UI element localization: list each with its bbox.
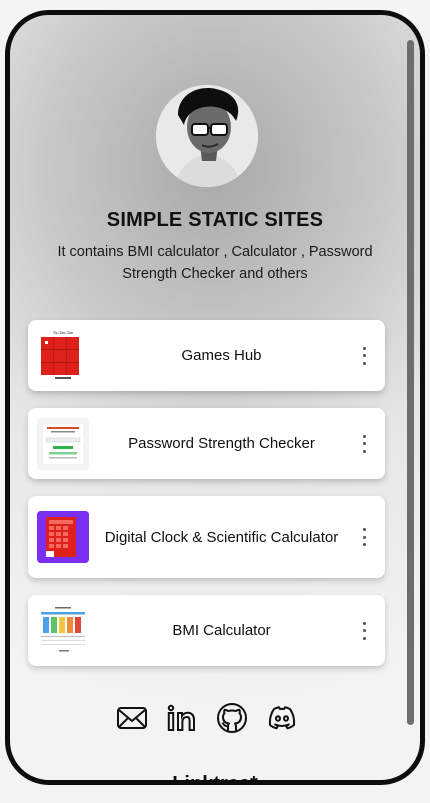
linkedin-icon[interactable]: [165, 701, 199, 735]
more-options-icon[interactable]: [361, 528, 367, 546]
link-card-calculator[interactable]: Digital Clock & Scientific Calculator: [28, 496, 385, 578]
profile-photo: [156, 85, 258, 187]
github-icon[interactable]: [215, 701, 249, 735]
social-icons: [115, 701, 305, 737]
more-options-icon[interactable]: [361, 346, 367, 365]
linktree-logo[interactable]: Linktree*: [10, 773, 420, 780]
phone-frame: SIMPLE STATIC SITES It contains BMI calc…: [5, 10, 425, 785]
link-label: BMI Calculator: [172, 622, 271, 639]
link-card-password-checker[interactable]: Password Strength Checker: [28, 408, 385, 479]
more-options-icon[interactable]: [361, 434, 367, 453]
discord-icon[interactable]: [265, 701, 299, 735]
link-label: Digital Clock & Scientific Calculator: [104, 528, 339, 546]
tic-tac-toe-thumbnail: Tic-Tac-Toe: [37, 329, 89, 381]
scrollbar[interactable]: [407, 40, 414, 725]
avatar: [156, 85, 258, 187]
link-card-games-hub[interactable]: Tic-Tac-Toe Games Hub: [28, 320, 385, 391]
link-card-bmi[interactable]: BMI Calculator: [28, 595, 385, 666]
password-checker-thumbnail: [37, 418, 89, 470]
email-icon[interactable]: [115, 701, 149, 735]
profile-description: It contains BMI calculator , Calculator …: [57, 244, 373, 282]
thumb-caption: Tic-Tac-Toe: [53, 330, 74, 335]
link-label: Password Strength Checker: [128, 435, 315, 452]
bmi-chart-thumbnail: [37, 604, 89, 656]
more-options-icon[interactable]: [361, 621, 367, 640]
link-label: Games Hub: [181, 347, 262, 364]
calculator-thumbnail: [37, 511, 89, 563]
profile-title: SIMPLE STATIC SITES: [106, 209, 324, 231]
